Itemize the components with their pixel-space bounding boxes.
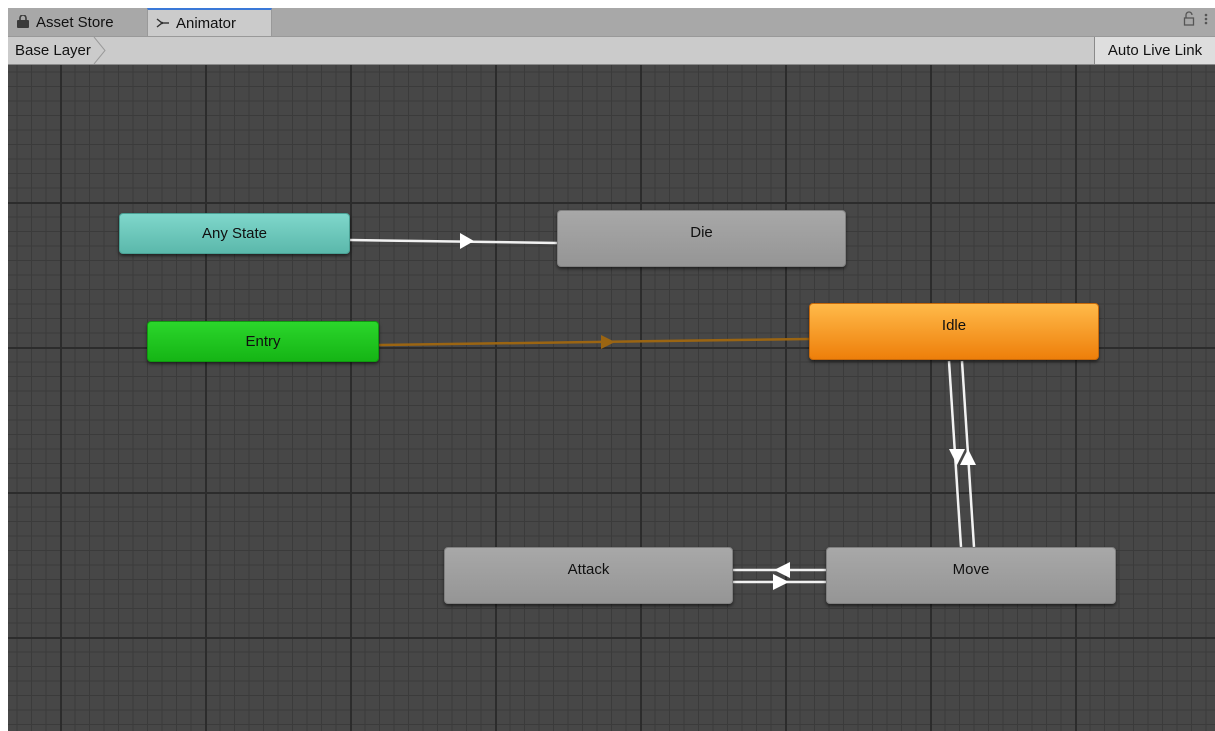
state-move[interactable]: Move [826, 547, 1116, 604]
transition-attack-to-move[interactable] [733, 574, 826, 590]
tab-bar: Asset Store Animator [8, 8, 1215, 37]
animator-window: Asset Store Animator Base Layer Auto Liv… [8, 8, 1215, 731]
tab-label: Animator [176, 14, 237, 32]
animator-icon [156, 18, 169, 28]
lock-bag-icon [17, 15, 29, 28]
breadcrumb-chevron-icon [93, 37, 106, 64]
breadcrumb[interactable]: Base Layer [8, 37, 107, 64]
state-label: Die [690, 224, 713, 241]
state-label: Any State [201, 225, 268, 242]
more-options-icon[interactable] [1203, 11, 1209, 27]
transition-entry-to-idle[interactable] [378, 335, 810, 349]
state-label: Attack [567, 561, 610, 578]
tab-asset-store[interactable]: Asset Store [8, 8, 146, 36]
animator-toolbar: Base Layer Auto Live Link [8, 37, 1215, 65]
state-entry[interactable]: Entry [147, 321, 379, 362]
transition-edges [349, 233, 976, 590]
state-die[interactable]: Die [557, 210, 846, 267]
state-machine-graph[interactable]: Any State Entry Die Idle Attack Move [8, 65, 1215, 731]
tab-label: Asset Store [36, 13, 114, 31]
lock-icon[interactable] [1183, 11, 1195, 27]
transition-any-state-to-die[interactable] [349, 233, 558, 249]
tab-animator[interactable]: Animator [147, 8, 272, 36]
auto-live-link-toggle[interactable]: Auto Live Link [1094, 37, 1215, 64]
breadcrumb-base-layer[interactable]: Base Layer [8, 42, 91, 59]
state-any-state[interactable]: Any State [119, 213, 350, 254]
state-attack[interactable]: Attack [444, 547, 733, 604]
state-label: Idle [941, 317, 967, 334]
transition-move-to-attack[interactable] [733, 562, 826, 578]
state-label: Move [952, 561, 990, 578]
state-idle-default[interactable]: Idle [809, 303, 1099, 360]
tab-actions [1183, 11, 1209, 27]
state-label: Entry [245, 333, 281, 350]
